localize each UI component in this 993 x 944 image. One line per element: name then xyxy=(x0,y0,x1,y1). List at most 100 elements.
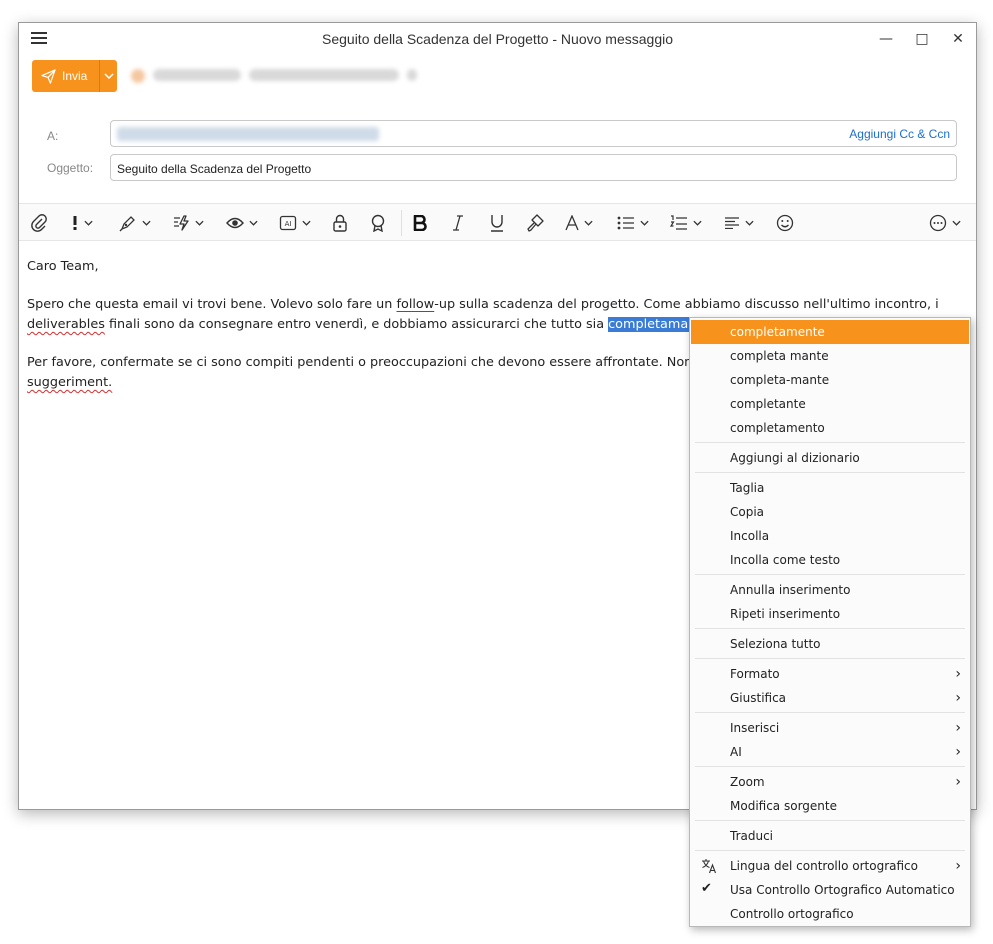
chevron-down-icon xyxy=(142,220,151,226)
menu-item-zoom[interactable]: Zoom › xyxy=(691,770,969,794)
menu-item-label: completamento xyxy=(730,421,825,435)
more-options-button[interactable] xyxy=(929,212,961,234)
body-text: finali sono da consegnare entro venerdì,… xyxy=(104,317,609,332)
to-field[interactable]: Aggiungi Cc & Ccn xyxy=(110,120,957,147)
bold-button[interactable] xyxy=(413,212,427,234)
emoji-button[interactable] xyxy=(776,212,794,234)
encrypt-icon xyxy=(333,214,347,232)
submenu-arrow-icon: › xyxy=(955,774,961,790)
menu-item-add-dictionary[interactable]: Aggiungi al dizionario xyxy=(691,446,969,470)
menu-item-edit-source[interactable]: Modifica sorgente xyxy=(691,794,969,818)
chevron-down-icon xyxy=(195,220,204,226)
menu-item-label: Usa Controllo Ortografico Automatico xyxy=(730,883,955,897)
attach-button[interactable] xyxy=(31,212,47,234)
menu-item-paste[interactable]: Incolla xyxy=(691,524,969,548)
chevron-down-icon xyxy=(640,220,649,226)
menu-item-label: Traduci xyxy=(730,829,774,843)
submenu-arrow-icon: › xyxy=(955,666,961,682)
submenu-arrow-icon: › xyxy=(955,858,961,874)
underline-icon xyxy=(491,215,503,232)
menu-separator xyxy=(695,850,965,851)
menu-item-justify[interactable]: Giustifica › xyxy=(691,686,969,710)
suggestion-item[interactable]: completa mante xyxy=(691,344,969,368)
add-cc-bcc-link[interactable]: Aggiungi Cc & Ccn xyxy=(849,127,950,141)
menu-item-label: Taglia xyxy=(730,481,765,495)
misspelled-word[interactable]: suggeriment. xyxy=(27,375,112,390)
bullet-list-icon xyxy=(617,216,634,230)
encrypt-button[interactable] xyxy=(332,212,348,234)
svg-text:AI: AI xyxy=(285,220,292,228)
ai-button[interactable]: AI xyxy=(279,212,311,234)
attachment-icon xyxy=(31,214,47,232)
menu-item-cut[interactable]: Taglia xyxy=(691,476,969,500)
body-text: Per favore, confermate se ci sono compit… xyxy=(27,355,693,370)
underlined-word: follow xyxy=(396,297,435,312)
emoji-icon xyxy=(776,214,794,232)
bullet-list-button[interactable] xyxy=(617,212,649,234)
recipient-chip[interactable] xyxy=(117,127,379,141)
chevron-down-icon xyxy=(584,220,593,226)
menu-item-translate[interactable]: Traduci xyxy=(691,824,969,848)
chevron-down-icon xyxy=(693,220,702,226)
menu-separator xyxy=(695,766,965,767)
italic-icon xyxy=(453,215,463,231)
menu-separator xyxy=(695,574,965,575)
menu-item-insert[interactable]: Inserisci › xyxy=(691,716,969,740)
suggestion-item[interactable]: completamente xyxy=(691,320,969,344)
context-menu: completamente completa mante completa-ma… xyxy=(689,317,971,927)
menu-item-spell-check[interactable]: Controllo ortografico xyxy=(691,902,969,926)
chevron-down-icon xyxy=(952,220,961,226)
menu-item-select-all[interactable]: Seleziona tutto xyxy=(691,632,969,656)
suggestion-item[interactable]: completante xyxy=(691,392,969,416)
quick-parts-button[interactable] xyxy=(172,212,204,234)
menu-item-spell-language[interactable]: Lingua del controllo ortografico › xyxy=(691,854,969,878)
menu-item-redo[interactable]: Ripeti inserimento xyxy=(691,602,969,626)
suggestion-item[interactable]: completa-mante xyxy=(691,368,969,392)
menu-item-ai[interactable]: AI › xyxy=(691,740,969,764)
menu-item-auto-spell[interactable]: ✔ Usa Controllo Ortografico Automatico xyxy=(691,878,969,902)
from-account[interactable] xyxy=(131,69,431,83)
importance-icon xyxy=(73,216,77,230)
minimize-button[interactable]: — xyxy=(876,29,896,49)
bold-icon xyxy=(413,215,427,231)
chevron-down-icon xyxy=(249,220,258,226)
suggestion-item[interactable]: completamento xyxy=(691,416,969,440)
menu-item-label: AI xyxy=(730,745,742,759)
menu-item-paste-text[interactable]: Incolla come testo xyxy=(691,548,969,572)
title-bar: Seguito della Scadenza del Progetto - Nu… xyxy=(19,23,976,57)
subject-field[interactable]: Seguito della Scadenza del Progetto xyxy=(110,154,957,181)
format-toolbar: AI xyxy=(19,203,976,241)
menu-item-format[interactable]: Formato › xyxy=(691,662,969,686)
menu-item-copy[interactable]: Copia xyxy=(691,500,969,524)
send-options-button[interactable] xyxy=(101,60,117,92)
close-button[interactable]: ✕ xyxy=(948,29,968,49)
format-painter-button[interactable] xyxy=(526,212,544,234)
menu-separator xyxy=(695,658,965,659)
read-receipt-button[interactable] xyxy=(226,212,258,234)
send-button[interactable]: Invia xyxy=(32,60,100,92)
italic-button[interactable] xyxy=(452,212,464,234)
certificate-icon xyxy=(371,214,385,232)
menu-item-label: Incolla xyxy=(730,529,770,543)
menu-item-label: Incolla come testo xyxy=(730,553,841,567)
maximize-button[interactable]: □ xyxy=(912,29,932,49)
menu-separator xyxy=(695,442,965,443)
quick-parts-icon xyxy=(174,215,189,231)
certificate-button[interactable] xyxy=(370,212,386,234)
signature-button[interactable] xyxy=(119,212,151,234)
misspelled-word[interactable]: deliverables xyxy=(27,317,105,332)
menu-item-undo[interactable]: Annulla inserimento xyxy=(691,578,969,602)
send-button-group: Invia xyxy=(32,60,117,92)
read-receipt-icon xyxy=(226,217,244,229)
numbered-list-button[interactable] xyxy=(670,212,702,234)
menu-item-label: Zoom xyxy=(730,775,765,789)
subject-label: Oggetto: xyxy=(47,161,94,175)
more-options-icon xyxy=(929,214,947,232)
align-button[interactable] xyxy=(724,212,754,234)
menu-item-label: Copia xyxy=(730,505,765,519)
font-color-button[interactable] xyxy=(565,212,593,234)
send-icon xyxy=(41,69,56,84)
importance-button[interactable] xyxy=(71,212,93,234)
underline-button[interactable] xyxy=(490,212,504,234)
chevron-down-icon xyxy=(84,220,93,226)
